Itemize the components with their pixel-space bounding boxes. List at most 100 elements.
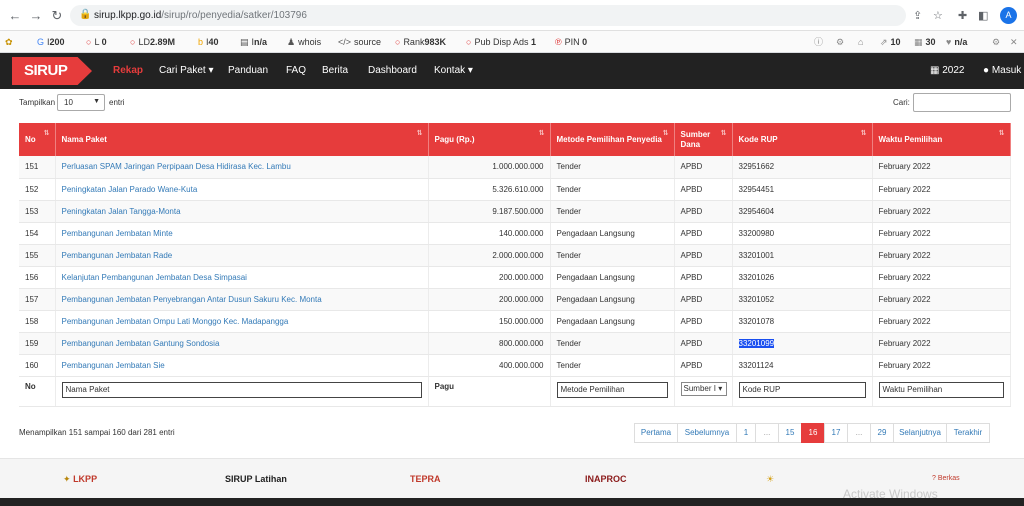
page-button-16[interactable]: 16: [801, 423, 825, 443]
header-kode-rup[interactable]: Kode RUP ⇅: [732, 123, 873, 156]
nav-rekap[interactable]: Rekap: [113, 65, 143, 77]
nav-cari-paket[interactable]: Cari Paket ▾: [159, 65, 213, 77]
partner-emblem-icon[interactable]: ☀: [766, 473, 774, 485]
nav-kontak[interactable]: Kontak ▾: [434, 65, 473, 77]
page-button-17[interactable]: 17: [824, 423, 848, 443]
header-sumber-dana[interactable]: Sumber Dana ⇅: [674, 123, 733, 156]
forward-arrow-icon[interactable]: →: [28, 8, 44, 24]
paket-link[interactable]: Pembangunan Jembatan Penyebrangan Antar …: [62, 295, 322, 304]
cell-sumber-dana: APBD: [674, 244, 733, 267]
cell-waktu: February 2022: [872, 244, 1011, 267]
paket-link[interactable]: Kelanjutan Pembangunan Jembatan Desa Sim…: [62, 273, 247, 282]
login-link[interactable]: ● Masuk: [983, 65, 1021, 77]
cell-metode: Pengadaan Langsung: [550, 266, 675, 289]
cell-nama-paket: Peningkatan Jalan Parado Wane-Kuta: [55, 178, 429, 201]
nav-dashboard[interactable]: Dashboard: [368, 65, 417, 77]
table-info: Menampilkan 151 sampai 160 dari 281 entr…: [19, 428, 175, 437]
paket-link[interactable]: Pembangunan Jembatan Gantung Sondosia: [62, 339, 220, 348]
info-icon[interactable]: ⓘ: [814, 36, 823, 48]
cell-sumber-dana: APBD: [674, 222, 733, 245]
page-button-selanjutnya[interactable]: Selanjutnya: [893, 423, 947, 443]
nav-berita[interactable]: Berita: [322, 65, 348, 77]
sort-icon: ⇅: [662, 130, 669, 137]
page-button-pertama[interactable]: Pertama: [634, 423, 678, 443]
table-row: 154 Pembangunan Jembatan Minte 140.000.000…: [19, 222, 1011, 245]
header-pagu[interactable]: Pagu (Rp.) ⇅: [428, 123, 551, 156]
search-input[interactable]: [913, 93, 1011, 112]
cell-nama-paket: Peningkatan Jalan Tangga-Monta: [55, 200, 429, 223]
page-length-select[interactable]: 10 ▼: [57, 94, 105, 111]
back-arrow-icon[interactable]: ←: [7, 8, 23, 24]
partner-inaproc[interactable]: INAPROC: [585, 473, 627, 485]
ext-links[interactable]: ○ L 0: [86, 36, 107, 48]
cell-nama-paket: Pembangunan Jembatan Rade: [55, 244, 429, 267]
header-metode[interactable]: Metode Pemilihan Penyedia ⇅: [550, 123, 675, 156]
gear-small-icon[interactable]: ⚙: [836, 36, 844, 48]
cell-waktu: February 2022: [872, 266, 1011, 289]
filter-sumber-dana[interactable]: Sumber I ▾: [680, 381, 727, 396]
page-button-ellipsis: ...: [755, 423, 779, 443]
ext-pub-disp-ads[interactable]: ○ Pub Disp Ads 1: [466, 36, 536, 48]
ext-linking-domains[interactable]: ○ LD2.89M: [130, 36, 175, 48]
side-panel-icon[interactable]: ◧: [978, 8, 988, 24]
paket-link[interactable]: Peningkatan Jalan Tangga-Monta: [62, 207, 181, 216]
year-selector[interactable]: ▦ 2022: [930, 65, 964, 77]
paket-link[interactable]: Peningkatan Jalan Parado Wane-Kuta: [62, 185, 198, 194]
partner-sirup-latihan[interactable]: SIRUP Latihan: [225, 473, 287, 485]
nav-faq[interactable]: FAQ: [286, 65, 306, 77]
cell-sumber-dana: APBD: [674, 332, 733, 355]
paket-link[interactable]: Pembangunan Jembatan Sie: [62, 361, 165, 370]
address-bar[interactable]: 🔒 sirup.lkpp.go.id/sirup/ro/penyedia/sat…: [70, 5, 906, 26]
share-icon[interactable]: ⇪: [913, 8, 922, 24]
ext-pinterest[interactable]: ℗ PIN 0: [555, 36, 587, 48]
ext-google-index[interactable]: G I200: [37, 36, 65, 48]
calendar-icon: ▦: [930, 65, 940, 76]
cell-nama-paket: Kelanjutan Pembangunan Jembatan Desa Sim…: [55, 266, 429, 289]
ext-trust[interactable]: ♥ n/a: [946, 36, 967, 48]
cell-sumber-dana: APBD: [674, 178, 733, 201]
extension-logo-icon[interactable]: ✿: [5, 36, 13, 48]
paket-link[interactable]: Perluasan SPAM Jaringan Perpipaan Desa H…: [62, 162, 291, 171]
cell-metode: Pengadaan Langsung: [550, 288, 675, 311]
table-row: 159 Pembangunan Jembatan Gantung Sondosia…: [19, 332, 1011, 355]
ext-pages[interactable]: ▦ 30: [914, 36, 936, 48]
filter-nama-paket[interactable]: Nama Paket: [61, 381, 422, 398]
page-button-1[interactable]: 1: [736, 423, 756, 443]
cell-nama-paket: Pembangunan Jembatan Minte: [55, 222, 429, 245]
ext-rank[interactable]: ○ Rank983K: [395, 36, 446, 48]
sirup-logo[interactable]: SIRUP: [12, 57, 92, 85]
partner-lkpp[interactable]: ✦ LKPP: [63, 473, 97, 485]
partner-tepra[interactable]: TEPRA: [410, 473, 441, 485]
ext-whois[interactable]: ♟ whois: [287, 36, 321, 48]
close-icon[interactable]: ✕: [1010, 36, 1018, 48]
star-icon[interactable]: ☆: [933, 8, 943, 24]
page-button-terakhir[interactable]: Terakhir: [946, 423, 990, 443]
ext-backlinks[interactable]: ⇗ 10: [880, 36, 901, 48]
header-no[interactable]: No ⇅: [19, 123, 56, 156]
reload-icon[interactable]: ↻: [49, 8, 65, 24]
header-nama-paket[interactable]: Nama Paket ⇅: [55, 123, 429, 156]
cell-nama-paket: Pembangunan Jembatan Ompu Lati Monggo Ke…: [55, 310, 429, 333]
extensions-puzzle-icon[interactable]: ✚: [958, 8, 967, 24]
sort-icon: ⇅: [860, 130, 867, 137]
settings-icon[interactable]: ⚙: [992, 36, 1000, 48]
ext-bing-index[interactable]: b I40: [198, 36, 219, 48]
page-button-sebelumnya[interactable]: Sebelumnya: [677, 423, 737, 443]
partner-berkas[interactable]: ? Berkas: [932, 473, 960, 485]
filter-kode-rup[interactable]: Kode RUP: [738, 381, 866, 398]
chevron-down-icon: ▼: [93, 98, 100, 105]
ext-index-na[interactable]: ▤ In/a: [240, 36, 267, 48]
ext-source[interactable]: </> source: [338, 36, 381, 48]
header-waktu[interactable]: Waktu Pemilihan ⇅: [872, 123, 1011, 156]
tag-icon[interactable]: ⌂: [858, 36, 863, 48]
paket-link[interactable]: Pembangunan Jembatan Minte: [62, 229, 173, 238]
page-button-15[interactable]: 15: [778, 423, 802, 443]
paket-link[interactable]: Pembangunan Jembatan Rade: [62, 251, 173, 260]
paket-link[interactable]: Pembangunan Jembatan Ompu Lati Monggo Ke…: [62, 317, 289, 326]
filter-waktu[interactable]: Waktu Pemilihan: [878, 381, 1004, 398]
table-row: 152 Peningkatan Jalan Parado Wane-Kuta 5.3…: [19, 178, 1011, 201]
profile-avatar[interactable]: A: [1000, 7, 1017, 24]
nav-panduan[interactable]: Panduan: [228, 65, 268, 77]
page-button-29[interactable]: 29: [870, 423, 894, 443]
filter-metode[interactable]: Metode Pemilihan: [556, 381, 668, 398]
